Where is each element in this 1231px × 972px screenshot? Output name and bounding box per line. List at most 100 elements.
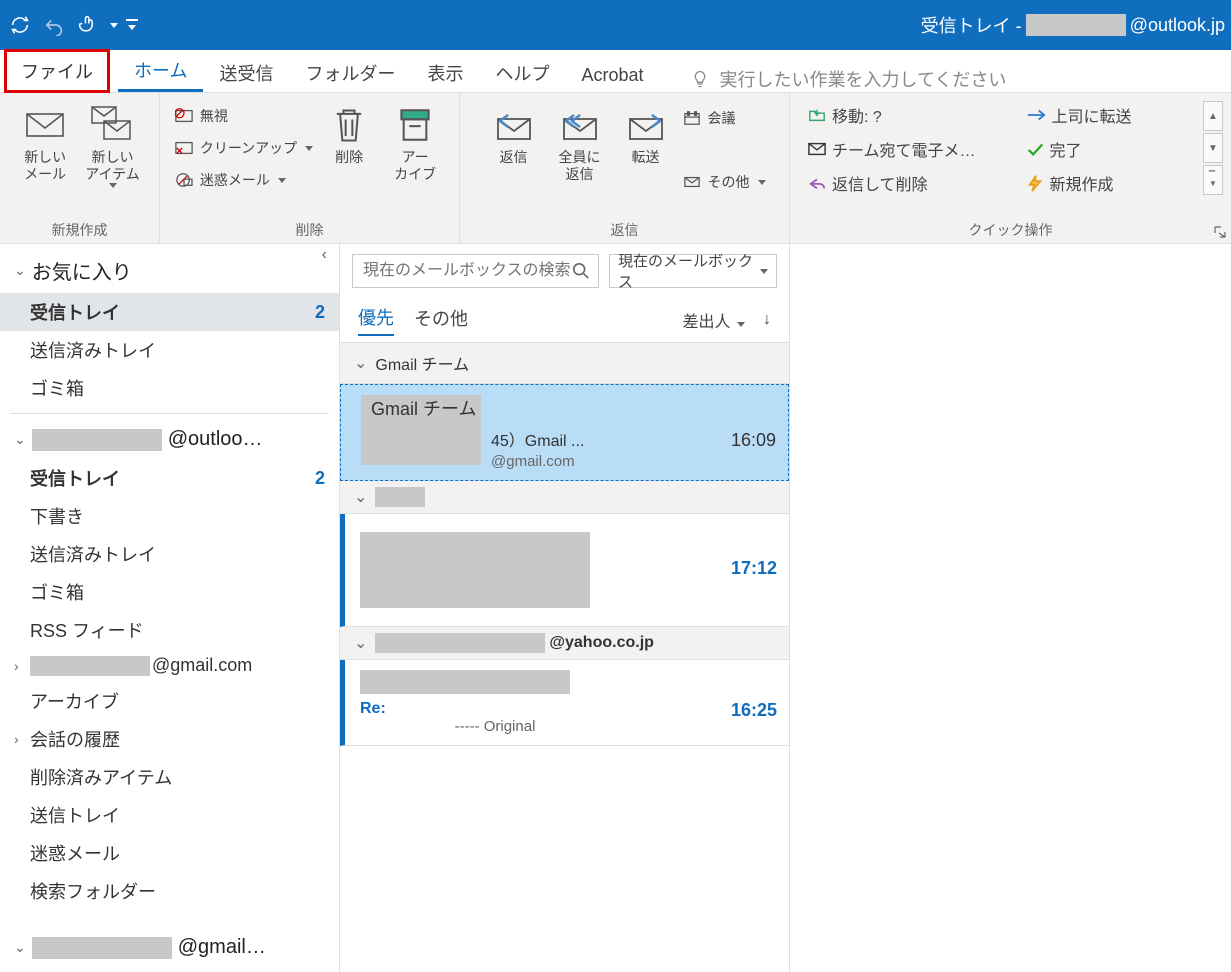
message-item-3[interactable]: Re: ----- Original 16:25 [340,660,789,746]
folder-acc1-search-folders[interactable]: 検索フォルダー [0,872,339,910]
folder-fav-sent[interactable]: 送信済みトレイ [0,331,339,369]
new-mail-button[interactable]: 新しい メール [15,97,75,183]
tab-acrobat[interactable]: Acrobat [565,57,659,92]
touch-mode-icon[interactable] [74,11,102,39]
tab-home[interactable]: ホーム [118,49,203,92]
quick-reply-delete-button[interactable]: 返信して削除 [808,171,976,195]
ignore-button[interactable]: 無視 [174,103,313,129]
folder-fav-trash[interactable]: ゴミ箱 [0,369,339,407]
folder-acc1-deleted[interactable]: 削除済みアイテム [0,758,339,796]
folder-acc1-inbox[interactable]: 受信トレイ 2 [0,459,339,497]
quick-steps-scroll: ▲ ▼ ▔▼ [1203,97,1225,195]
divider [10,413,329,414]
sort-by-dropdown[interactable]: 差出人 [683,308,745,332]
reply-button[interactable]: 返信 [484,97,544,166]
quick-move-button[interactable]: 移動: ? [808,103,976,127]
account2-header[interactable]: ⌄ @gmail… [0,928,339,967]
quick-team-button[interactable]: チーム宛て電子メ… [808,137,976,161]
folder-acc1-conversation-history[interactable]: › 会話の履歴 [0,720,339,758]
minimize-folder-pane-icon[interactable]: ‹ [322,246,327,264]
folder-acc1-gmail[interactable]: › @gmail.com [0,649,339,682]
respond-small-column: 会議 その他 [682,97,766,195]
sort-direction-icon[interactable]: ↓ [763,311,771,329]
chevron-down-icon [737,322,745,327]
folder-acc1-trash[interactable]: ゴミ箱 [0,573,339,611]
junk-dropdown-icon [278,178,286,183]
tab-file[interactable]: ファイル [4,49,110,93]
reply-all-icon [560,103,600,147]
quick-done-button[interactable]: 完了 [1026,137,1132,161]
redacted-group2 [375,487,425,507]
respond-more-button[interactable]: その他 [682,169,766,195]
trash-icon [332,103,366,147]
title-prefix: 受信トレイ - [921,12,1022,38]
search-icon [572,262,590,280]
junk-button[interactable]: 迷惑メール [174,167,313,193]
tab-help[interactable]: ヘルプ [479,52,565,92]
search-box[interactable] [352,254,599,288]
meeting-button[interactable]: 会議 [682,105,766,131]
folder-acc1-drafts[interactable]: 下書き [0,497,339,535]
archive-button[interactable]: アー カイブ [385,97,445,183]
message-group-header-gmail[interactable]: ⌄ Gmail チーム [340,343,789,384]
quick-boss-button[interactable]: 上司に転送 [1026,103,1132,127]
undo-icon[interactable] [40,11,68,39]
message-preview: ----- Original [360,718,570,735]
reading-pane [790,244,1231,972]
tab-focused[interactable]: 優先 [358,304,394,336]
tab-other[interactable]: その他 [414,305,468,335]
favorites-section-header[interactable]: ⌄ お気に入り [0,248,339,293]
quick-reply-delete-label: 返信して削除 [832,171,928,195]
message-group-header-3[interactable]: ⌄ @yahoo.co.jp [340,627,789,660]
cleanup-dropdown-icon [305,146,313,151]
message-group-header-2[interactable]: ⌄ [340,481,789,514]
touch-mode-dropdown-icon[interactable] [110,23,118,28]
customize-qat-icon[interactable] [124,11,140,39]
tell-me-search[interactable]: 実行したい作業を入力してください [690,66,1007,92]
quick-boss-label: 上司に転送 [1052,103,1132,127]
reply-label: 返信 [500,149,528,166]
quick-new-button[interactable]: 新規作成 [1026,171,1132,195]
folder-acc1-junk[interactable]: 迷惑メール [0,834,339,872]
tab-view[interactable]: 表示 [411,52,479,92]
cleanup-icon [174,140,194,156]
quick-steps-launcher[interactable] [1213,225,1227,239]
folder-label: 受信トレイ [30,465,120,491]
quick-scroll-more[interactable]: ▔▼ [1203,165,1223,195]
folder-acc1-archive[interactable]: アーカイブ [0,682,339,720]
move-folder-icon [808,106,826,124]
cleanup-button[interactable]: クリーンアップ [174,135,313,161]
redacted-from [360,670,570,694]
tab-send-receive[interactable]: 送受信 [203,52,289,92]
folder-label: 迷惑メール [30,840,120,866]
tell-me-placeholder: 実行したい作業を入力してください [720,66,1007,92]
cleanup-label: クリーンアップ [200,138,297,158]
folder-acc1-outbox[interactable]: 送信トレイ [0,796,339,834]
tab-folder[interactable]: フォルダー [289,52,411,92]
message-subject: 45）Gmail ... [491,427,584,451]
folder-acc1-rss[interactable]: RSS フィード [0,611,339,649]
search-scope-dropdown[interactable]: 現在のメールボックス [609,254,777,288]
account1-header[interactable]: ⌄ @outloo… [0,420,339,459]
quick-scroll-up[interactable]: ▲ [1203,101,1223,131]
message-subject: Re: [360,700,570,718]
chevron-right-icon: › [14,731,30,747]
ribbon-group-new: 新しい メール 新しい アイテム 新規作成 [0,93,160,243]
lightbulb-icon [690,67,710,91]
reply-all-button[interactable]: 全員に 返信 [550,97,610,183]
message-item-1[interactable]: Gmail チーム 45）Gmail ... 16:09 @gmail.com [340,384,789,481]
quick-scroll-down[interactable]: ▼ [1203,133,1223,163]
ribbon-tabs: ファイル ホーム 送受信 フォルダー 表示 ヘルプ Acrobat 実行したい作… [0,50,1231,93]
search-input[interactable] [361,261,572,281]
folder-label: ゴミ箱 [30,579,84,605]
ribbon-group-quick-steps: 移動: ? チーム宛て電子メ… 返信して削除 上司に転送 [790,93,1231,243]
new-item-button[interactable]: 新しい アイテム [81,97,144,188]
delete-button[interactable]: 削除 [319,97,379,166]
folder-acc1-sent[interactable]: 送信済みトレイ [0,535,339,573]
sync-icon[interactable] [6,11,34,39]
forward-button[interactable]: 転送 [616,97,676,166]
folder-fav-inbox[interactable]: 受信トレイ 2 [0,293,339,331]
message-item-2[interactable]: 17:12 [340,514,789,627]
quick-move-label: 移動: ? [832,103,882,127]
lightning-icon [1026,174,1044,192]
